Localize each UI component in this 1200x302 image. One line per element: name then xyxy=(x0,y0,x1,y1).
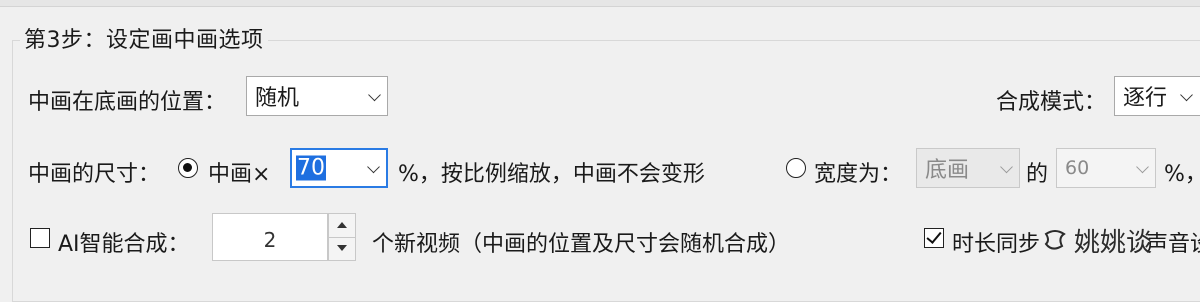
watermark-text: 姚姚谈 xyxy=(1074,228,1153,258)
chevron-down-icon xyxy=(1136,160,1149,174)
width-percent-value: 60 xyxy=(1065,157,1090,179)
of-label: 的 xyxy=(1026,162,1049,187)
width-radio-label[interactable]: 宽度为： xyxy=(814,156,902,188)
scale-radio-label[interactable]: 中画× xyxy=(208,156,270,188)
video-count-suffix: 个新视频（中画的位置及尺寸会随机合成） xyxy=(372,232,791,257)
size-label: 中画的尺寸： xyxy=(28,162,161,187)
scale-percent-combo[interactable]: 70 xyxy=(290,148,388,188)
composite-mode-value: 逐行 xyxy=(1123,86,1168,111)
window-top-strip xyxy=(0,0,1200,7)
composite-mode-label: 合成模式： xyxy=(996,90,1107,115)
ai-compose-label[interactable]: AI智能合成： xyxy=(58,226,190,258)
chevron-down-icon xyxy=(368,88,381,102)
width-reference-select[interactable]: 底画 xyxy=(916,148,1020,188)
chevron-down-icon xyxy=(367,160,380,174)
scale-radio[interactable] xyxy=(178,158,198,178)
audio-settings-label: 声音设 xyxy=(1146,232,1200,257)
position-label: 中画在底画的位置： xyxy=(28,90,227,115)
watermark-logo-icon xyxy=(1044,230,1066,250)
scale-suffix-text: %，按比例缩放，中画不会变形 xyxy=(398,162,705,187)
scale-percent-value[interactable]: 70 xyxy=(296,155,326,181)
width-percent-suffix: %， xyxy=(1164,162,1200,187)
chevron-down-icon xyxy=(1180,88,1193,102)
video-count-value: 2 xyxy=(263,228,277,252)
arrow-down-icon xyxy=(337,245,347,251)
spin-up-button[interactable] xyxy=(329,214,355,238)
chevron-down-icon xyxy=(1000,160,1013,174)
position-select[interactable]: 随机 xyxy=(246,76,388,116)
ai-compose-checkbox[interactable] xyxy=(30,228,50,248)
width-percent-combo[interactable]: 60 xyxy=(1056,148,1156,188)
arrow-up-icon xyxy=(337,222,347,228)
spin-down-button[interactable] xyxy=(329,237,355,260)
width-radio[interactable] xyxy=(786,158,806,178)
duration-sync-label[interactable]: 时长同步 xyxy=(952,226,1040,258)
position-select-value: 随机 xyxy=(255,86,300,111)
width-reference-value: 底画 xyxy=(925,158,970,183)
duration-sync-checkbox[interactable] xyxy=(924,228,944,248)
step3-group-title: 第3步：设定画中画选项 xyxy=(20,22,268,54)
composite-mode-select[interactable]: 逐行 xyxy=(1114,76,1200,116)
